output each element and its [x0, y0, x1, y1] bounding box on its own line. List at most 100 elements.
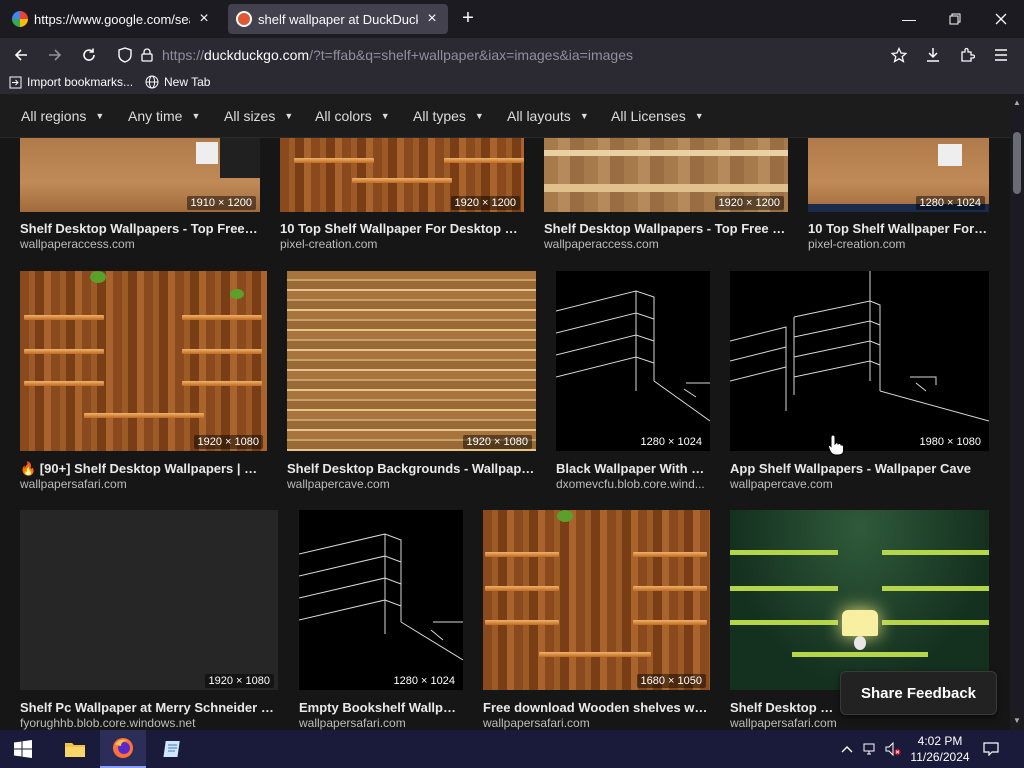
menu-hamburger-icon[interactable]	[988, 42, 1014, 68]
result-source[interactable]: wallpapercave.com	[730, 477, 989, 491]
downloads-icon[interactable]	[920, 42, 946, 68]
close-tab-icon[interactable]: ×	[424, 11, 440, 27]
result-title[interactable]: Shelf Desktop Wall	[730, 700, 840, 715]
result-source[interactable]: dxomevcfu.blob.core.wind...	[556, 477, 710, 491]
tab-duckduckgo[interactable]: shelf wallpaper at DuckDuckGo ×	[228, 4, 448, 34]
image-dimensions: 1920 × 1080	[193, 435, 263, 449]
clock-time: 4:02 PM	[917, 734, 963, 748]
tray-chevron-up-icon[interactable]	[838, 740, 856, 758]
result-source[interactable]: wallpapersafari.com	[20, 477, 267, 491]
result-thumbnail[interactable]: 1920 × 1080	[20, 271, 267, 451]
result-source[interactable]: wallpaperaccess.com	[544, 237, 788, 251]
result-title[interactable]: Black Wallpaper With Sh...	[556, 461, 710, 476]
notification-center-icon[interactable]	[982, 740, 1000, 758]
image-result[interactable]: 1910 × 1200 Shelf Desktop Wallpapers - T…	[20, 138, 260, 251]
image-dimensions: 1920 × 1200	[450, 196, 520, 210]
result-source[interactable]: pixel-creation.com	[808, 237, 989, 251]
filter-label: All sizes	[224, 108, 276, 124]
volume-muted-icon[interactable]	[884, 740, 902, 758]
bookmark-new-tab[interactable]: New Tab	[145, 75, 210, 89]
result-source[interactable]: fyorughhb.blob.core.windows.net	[20, 716, 278, 730]
result-thumbnail[interactable]: 1280 × 1024	[299, 510, 463, 690]
result-title[interactable]: Shelf Desktop Wallpapers - Top Free S...	[20, 221, 260, 236]
address-bar[interactable]: https://duckduckgo.com/?t=ffab&q=shelf+w…	[162, 47, 633, 63]
minimize-icon[interactable]: —	[886, 0, 932, 38]
image-dimensions: 1280 × 1024	[636, 435, 706, 449]
share-feedback-button[interactable]: Share Feedback	[840, 671, 997, 715]
image-result[interactable]: 1920 × 1200 Shelf Desktop Wallpapers - T…	[544, 138, 788, 251]
taskbar-clock[interactable]: 4:02 PM 11/26/2024	[908, 733, 972, 765]
image-result[interactable]: 1920 × 1080 🔥 [90+] Shelf Desktop Wallpa…	[20, 271, 267, 491]
result-thumbnail[interactable]: 1680 × 1050	[483, 510, 710, 690]
back-arrow-icon[interactable]	[8, 42, 34, 68]
filter-types[interactable]: All types ▼	[413, 108, 484, 124]
result-source[interactable]: wallpapercave.com	[287, 477, 536, 491]
file-explorer-icon[interactable]	[52, 730, 98, 768]
result-thumbnail[interactable]	[730, 510, 989, 690]
caret-down-icon: ▼	[694, 111, 704, 121]
result-title[interactable]: Shelf Desktop Wallpapers - Top Free Sh..…	[544, 221, 788, 236]
filter-sizes[interactable]: All sizes ▼	[224, 108, 293, 124]
image-result[interactable]: 1280 × 1024 Black Wallpaper With Sh... d…	[556, 271, 710, 491]
bookmark-import[interactable]: Import bookmarks...	[8, 75, 133, 89]
forward-arrow-icon[interactable]	[42, 42, 68, 68]
bookmark-star-icon[interactable]	[886, 42, 912, 68]
result-title[interactable]: Free download Wooden shelves wall...	[483, 700, 710, 715]
image-dimensions: 1920 × 1080	[462, 435, 532, 449]
image-result[interactable]: 1920 × 1080 Shelf Pc Wallpaper at Merry …	[20, 510, 278, 730]
image-result[interactable]: 1920 × 1200 10 Top Shelf Wallpaper For D…	[280, 138, 524, 251]
notepad-app-icon[interactable]	[150, 730, 196, 768]
filter-regions[interactable]: All regions ▼	[21, 108, 104, 124]
result-source[interactable]: wallpapersafari.com	[483, 716, 710, 730]
restore-window-icon[interactable]	[932, 0, 978, 38]
page-scrollbar[interactable]: ▲ ▼	[1010, 94, 1024, 730]
result-source[interactable]: wallpaperaccess.com	[20, 237, 260, 251]
filter-layouts[interactable]: All layouts ▼	[507, 108, 589, 124]
result-thumbnail[interactable]: 1920 × 1200	[280, 138, 524, 212]
result-thumbnail[interactable]: 1920 × 1080	[287, 271, 536, 451]
result-title[interactable]: Shelf Desktop Backgrounds - Wallpaper ..…	[287, 461, 536, 476]
filter-label: All layouts	[507, 108, 571, 124]
lock-icon[interactable]	[134, 42, 160, 68]
result-title[interactable]: Shelf Pc Wallpaper at Merry Schneider bl…	[20, 700, 278, 715]
new-tab-plus-icon[interactable]: +	[458, 8, 478, 29]
image-dimensions: 1280 × 1024	[389, 674, 459, 688]
result-title[interactable]: 10 Top Shelf Wallpaper For D...	[808, 221, 989, 236]
result-thumbnail[interactable]: 1910 × 1200	[20, 138, 260, 212]
filter-label: All Licenses	[611, 108, 686, 124]
filter-time[interactable]: Any time ▼	[128, 108, 200, 124]
result-title[interactable]: 10 Top Shelf Wallpaper For Desktop FU...	[280, 221, 524, 236]
result-thumbnail[interactable]: 1280 × 1024	[808, 138, 989, 212]
image-result[interactable]: 1920 × 1080 Shelf Desktop Backgrounds - …	[287, 271, 536, 491]
image-result[interactable]: 1980 × 1080 App Shelf Wallpapers - Wallp…	[730, 271, 989, 491]
result-thumbnail[interactable]: 1920 × 1080	[20, 510, 278, 690]
scrollbar-thumb[interactable]	[1013, 132, 1021, 194]
result-source[interactable]: pixel-creation.com	[280, 237, 524, 251]
tab-google-search[interactable]: https://www.google.com/search ×	[4, 4, 220, 34]
result-source[interactable]: wallpapersafari.com	[730, 716, 840, 730]
result-title[interactable]: App Shelf Wallpapers - Wallpaper Cave	[730, 461, 989, 476]
close-window-icon[interactable]	[978, 0, 1024, 38]
network-icon[interactable]	[862, 740, 880, 758]
image-result[interactable]: 1680 × 1050 Free download Wooden shelves…	[483, 510, 710, 730]
result-thumbnail[interactable]: 1980 × 1080	[730, 271, 989, 451]
scroll-down-arrow-icon[interactable]: ▼	[1013, 716, 1021, 725]
image-result[interactable]: 1280 × 1024 10 Top Shelf Wallpaper For D…	[808, 138, 989, 251]
result-title[interactable]: 🔥 [90+] Shelf Desktop Wallpapers | Wall.…	[20, 461, 267, 477]
windows-start-icon[interactable]	[0, 730, 46, 768]
extensions-icon[interactable]	[954, 42, 980, 68]
result-thumbnail[interactable]: 1280 × 1024	[556, 271, 710, 451]
reload-icon[interactable]	[76, 42, 102, 68]
result-title[interactable]: Empty Bookshelf Wallpap...	[299, 700, 463, 715]
filter-colors[interactable]: All colors ▼	[315, 108, 390, 124]
filter-licenses[interactable]: All Licenses ▼	[611, 108, 704, 124]
firefox-icon[interactable]	[100, 730, 146, 768]
result-thumbnail[interactable]: 1920 × 1200	[544, 138, 788, 212]
caret-down-icon: ▼	[380, 111, 390, 121]
scroll-up-arrow-icon[interactable]: ▲	[1013, 98, 1021, 107]
image-results-grid: 1910 × 1200 Shelf Desktop Wallpapers - T…	[0, 138, 1010, 730]
image-result[interactable]: 1280 × 1024 Empty Bookshelf Wallpap... w…	[299, 510, 463, 730]
url-host: duckduckgo.com	[204, 47, 310, 63]
close-tab-icon[interactable]: ×	[196, 11, 212, 27]
result-source[interactable]: wallpapersafari.com	[299, 716, 463, 730]
